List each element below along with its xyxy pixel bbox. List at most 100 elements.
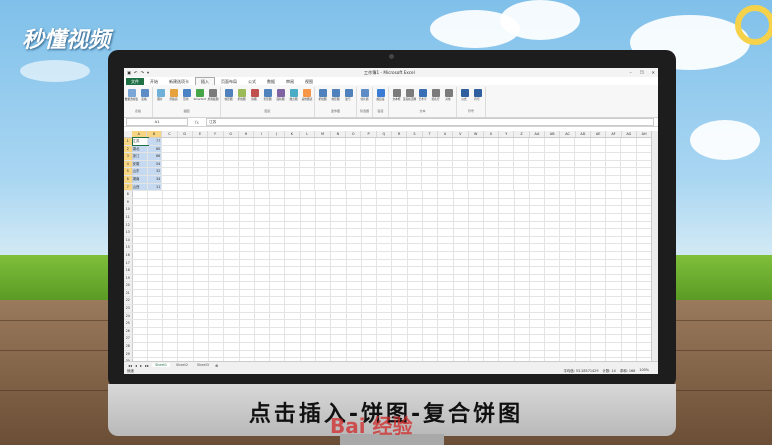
cell[interactable] <box>392 305 408 312</box>
cell[interactable] <box>392 160 408 168</box>
cell[interactable] <box>254 153 270 160</box>
cell[interactable] <box>194 259 210 267</box>
cell[interactable] <box>285 320 301 327</box>
cell[interactable] <box>194 229 210 236</box>
cell[interactable] <box>392 168 408 175</box>
cell[interactable] <box>438 183 453 191</box>
column-header[interactable]: K <box>285 131 301 137</box>
cell[interactable] <box>224 251 240 259</box>
cell[interactable] <box>285 175 300 183</box>
cell[interactable] <box>148 350 164 358</box>
cell[interactable] <box>300 160 316 168</box>
cell[interactable] <box>315 168 331 175</box>
cell[interactable] <box>301 297 316 305</box>
cell[interactable] <box>362 343 378 350</box>
cell[interactable] <box>392 297 408 305</box>
row-header[interactable]: 20 <box>124 282 133 289</box>
cell[interactable] <box>469 312 485 320</box>
cell[interactable] <box>606 289 622 297</box>
cell[interactable] <box>347 320 362 327</box>
column-header[interactable]: F <box>208 131 224 137</box>
cell[interactable] <box>133 297 148 305</box>
cell[interactable] <box>606 160 622 168</box>
cell[interactable] <box>376 145 392 153</box>
cell[interactable] <box>499 175 515 183</box>
cell[interactable] <box>530 221 546 229</box>
column-header[interactable]: AD <box>576 131 591 137</box>
cell[interactable]: 11 <box>147 183 163 191</box>
column-header[interactable]: U <box>438 131 454 137</box>
cell[interactable] <box>637 198 653 206</box>
cell[interactable] <box>346 168 362 175</box>
cell[interactable] <box>499 191 515 198</box>
cell[interactable] <box>362 289 378 297</box>
cell[interactable] <box>454 213 469 221</box>
cell[interactable] <box>133 244 148 251</box>
cell[interactable]: 77 <box>147 138 163 145</box>
cell[interactable] <box>423 350 439 358</box>
cell[interactable] <box>178 168 193 175</box>
cell[interactable] <box>224 138 239 145</box>
cell[interactable] <box>499 138 515 145</box>
cell[interactable] <box>423 297 439 305</box>
cell[interactable] <box>591 274 607 282</box>
cell[interactable] <box>499 267 515 274</box>
cell[interactable] <box>621 138 637 145</box>
cell[interactable] <box>408 236 423 244</box>
cell[interactable] <box>591 183 606 191</box>
cell[interactable] <box>453 175 469 183</box>
cell[interactable] <box>408 198 423 206</box>
cell[interactable] <box>514 168 530 175</box>
cell[interactable] <box>347 191 362 198</box>
ribbon-button[interactable]: 折线图 <box>236 87 247 109</box>
cell[interactable] <box>392 213 408 221</box>
cell[interactable] <box>637 259 653 267</box>
cell[interactable] <box>637 327 653 335</box>
cell[interactable] <box>178 206 194 213</box>
cell[interactable] <box>622 259 637 267</box>
cell[interactable] <box>637 282 653 289</box>
cell[interactable] <box>606 168 622 175</box>
cell[interactable] <box>270 198 286 206</box>
cell[interactable] <box>622 267 637 274</box>
cell[interactable] <box>576 343 592 350</box>
cell[interactable] <box>530 259 546 267</box>
cell[interactable] <box>224 312 240 320</box>
column-header[interactable]: AE <box>591 131 607 137</box>
cell[interactable] <box>133 289 148 297</box>
cell[interactable] <box>331 350 347 358</box>
cell[interactable] <box>545 350 561 358</box>
cell[interactable] <box>515 320 530 327</box>
cell[interactable] <box>560 320 576 327</box>
cell[interactable] <box>347 244 362 251</box>
cell[interactable] <box>209 236 225 244</box>
cell[interactable] <box>362 274 378 282</box>
cell[interactable] <box>453 145 469 153</box>
cell[interactable] <box>545 251 561 259</box>
cell[interactable] <box>239 175 255 183</box>
cell[interactable] <box>178 282 194 289</box>
cell[interactable] <box>499 350 515 358</box>
cell[interactable] <box>133 305 148 312</box>
cell[interactable] <box>301 198 316 206</box>
cell[interactable] <box>560 229 576 236</box>
cell[interactable] <box>347 206 362 213</box>
cell[interactable] <box>331 297 347 305</box>
cell[interactable] <box>194 267 210 274</box>
cell[interactable] <box>453 183 469 191</box>
cell[interactable] <box>575 168 591 175</box>
cell[interactable] <box>560 191 576 198</box>
row-header[interactable]: 25 <box>124 320 133 327</box>
cell[interactable] <box>408 305 423 312</box>
cell[interactable] <box>408 350 423 358</box>
cell[interactable] <box>362 244 378 251</box>
cell[interactable] <box>591 259 607 267</box>
cell[interactable] <box>606 191 622 198</box>
ribbon-button[interactable]: 条形图 <box>262 87 273 109</box>
cell[interactable] <box>499 213 515 221</box>
cell[interactable] <box>560 289 576 297</box>
cell[interactable] <box>530 350 546 358</box>
cell[interactable] <box>484 183 499 191</box>
cell[interactable] <box>423 289 439 297</box>
cell[interactable] <box>408 289 423 297</box>
